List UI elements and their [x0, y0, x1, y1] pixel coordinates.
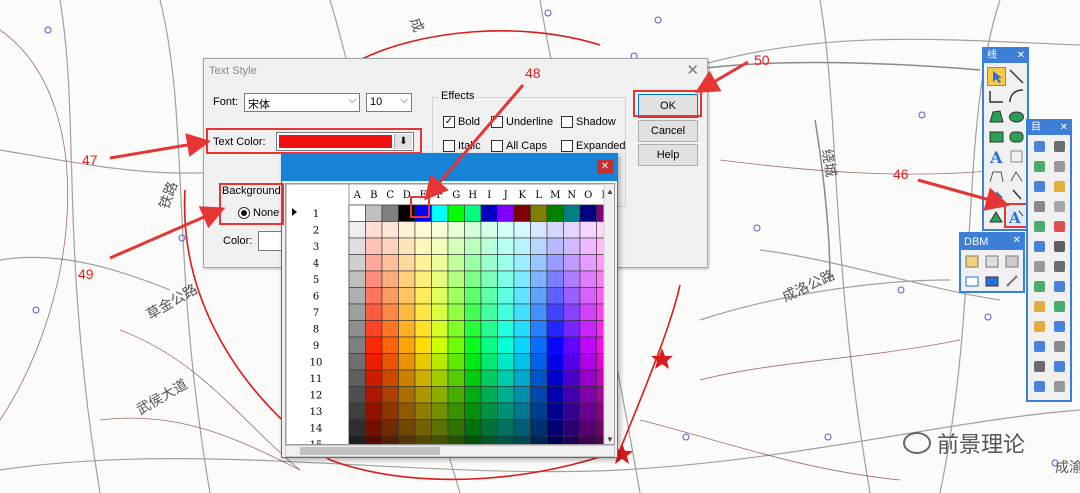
wechat-icon	[903, 432, 931, 454]
callout-47: 47	[82, 152, 98, 168]
watermark: 前景理论	[903, 427, 1025, 459]
callout-48: 48	[525, 65, 541, 81]
callout-49: 49	[78, 266, 94, 282]
callout-50: 50	[754, 52, 770, 68]
watermark-text: 前景理论	[937, 432, 1026, 457]
callout-46: 46	[893, 166, 909, 182]
